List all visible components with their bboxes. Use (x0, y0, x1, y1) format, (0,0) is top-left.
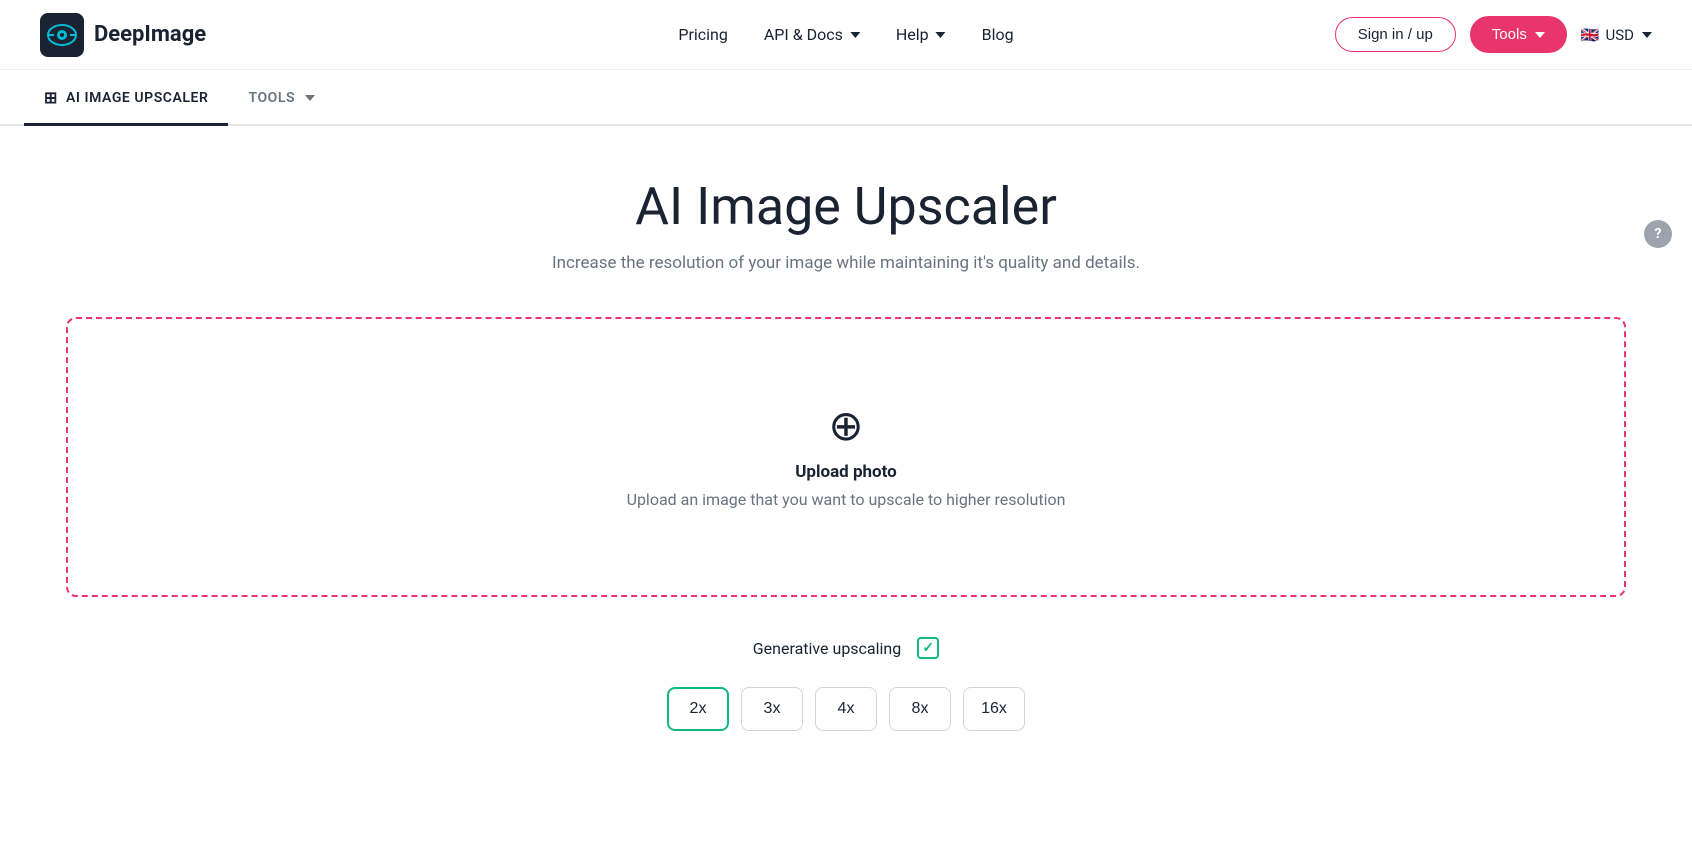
upload-plus-icon: ⊕ (828, 406, 863, 448)
upload-title: Upload photo (795, 462, 897, 482)
tab-upscaler-icon: ⊞ (44, 88, 58, 107)
generative-upscaling-checkbox[interactable]: ✓ (917, 637, 939, 659)
tools-dropdown-icon (1535, 32, 1545, 38)
page-subtitle: Increase the resolution of your image wh… (552, 253, 1140, 273)
currency-dropdown-icon (1642, 32, 1652, 38)
main-nav: Pricing API & Docs Help Blog (678, 25, 1013, 44)
help-circle-button[interactable]: ? (1644, 220, 1672, 248)
header-actions: Sign in / up Tools 🇬🇧 USD (1335, 16, 1652, 53)
scale-btn-8x[interactable]: 8x (889, 687, 951, 731)
upload-zone[interactable]: ⊕ Upload photo Upload an image that you … (66, 317, 1626, 597)
page-title: AI Image Upscaler (635, 176, 1057, 237)
scale-btn-16x[interactable]: 16x (963, 687, 1025, 731)
generative-upscaling-label: Generative upscaling (753, 639, 901, 658)
logo-text: DeepImage (94, 22, 206, 47)
logo-icon (40, 13, 84, 57)
scale-btn-3x[interactable]: 3x (741, 687, 803, 731)
nav-api-docs[interactable]: API & Docs (764, 25, 860, 44)
signin-button[interactable]: Sign in / up (1335, 17, 1456, 52)
tabs-bar: ⊞ AI IMAGE UPSCALER TOOLS (0, 70, 1692, 126)
tools-tab-dropdown-icon (305, 95, 315, 101)
tab-tools[interactable]: TOOLS (228, 72, 335, 122)
header: DeepImage Pricing API & Docs Help Blog S… (0, 0, 1692, 70)
nav-pricing[interactable]: Pricing (678, 25, 728, 44)
generative-upscaling-row: Generative upscaling ✓ (753, 637, 939, 659)
flag-icon: 🇬🇧 (1581, 26, 1600, 44)
tools-button[interactable]: Tools (1470, 16, 1567, 53)
logo[interactable]: DeepImage (40, 13, 206, 57)
api-docs-dropdown-icon (850, 32, 860, 38)
generative-upscaling-checkbox-wrap: ✓ (917, 637, 939, 659)
scale-btn-2x[interactable]: 2x (667, 687, 729, 731)
nav-blog[interactable]: Blog (982, 25, 1014, 44)
language-selector[interactable]: 🇬🇧 USD (1581, 26, 1652, 44)
help-dropdown-icon (936, 32, 946, 38)
main-content: AI Image Upscaler Increase the resolutio… (0, 126, 1692, 771)
scale-btn-4x[interactable]: 4x (815, 687, 877, 731)
checkbox-check-icon: ✓ (922, 640, 934, 656)
scale-buttons: 2x 3x 4x 8x 16x (667, 687, 1025, 731)
upload-desc: Upload an image that you want to upscale… (627, 490, 1066, 509)
tab-ai-upscaler[interactable]: ⊞ AI IMAGE UPSCALER (24, 70, 228, 126)
nav-help[interactable]: Help (896, 25, 946, 44)
